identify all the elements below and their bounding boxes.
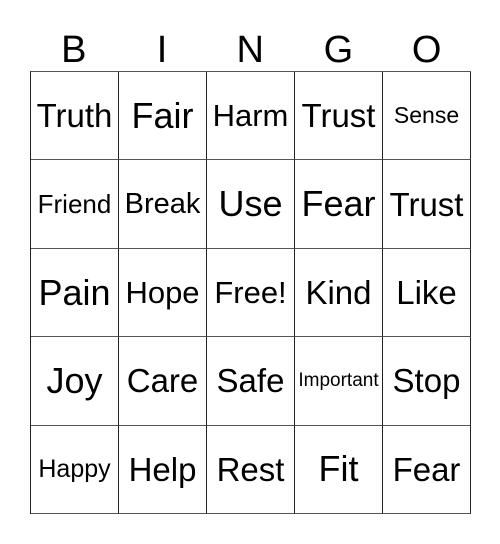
bingo-header-letter-g: G (323, 29, 354, 71)
bingo-cell[interactable]: Like (383, 248, 471, 338)
bingo-cell[interactable]: Fair (119, 72, 207, 161)
bingo-cell[interactable]: Important (295, 337, 383, 426)
bingo-cell[interactable]: Fear (383, 425, 471, 515)
bingo-cell[interactable]: Friend (31, 160, 119, 249)
bingo-cell[interactable]: Kind (295, 248, 383, 338)
bingo-cell[interactable]: Happy (31, 425, 119, 515)
bingo-row: Friend Break Use Fear Trust (31, 160, 471, 249)
bingo-cell[interactable]: Break (119, 160, 207, 249)
bingo-card: B I N G O Truth Fair Harm Trust Sense Fr… (0, 0, 500, 544)
bingo-row: Truth Fair Harm Trust Sense (31, 72, 471, 161)
bingo-cell[interactable]: Joy (31, 337, 119, 426)
bingo-grid: Truth Fair Harm Trust Sense Friend Break… (30, 71, 471, 515)
bingo-header-letter-b: B (61, 29, 88, 71)
bingo-row: Pain Hope Free! Kind Like (31, 248, 471, 338)
bingo-cell[interactable]: Safe (207, 337, 295, 426)
bingo-cell[interactable]: Care (119, 337, 207, 426)
bingo-cell[interactable]: Sense (383, 72, 471, 161)
bingo-cell[interactable]: Hope (119, 248, 207, 338)
bingo-row: Happy Help Rest Fit Fear (31, 425, 471, 515)
bingo-row: Joy Care Safe Important Stop (31, 337, 471, 426)
bingo-cell[interactable]: Rest (207, 425, 295, 515)
bingo-header-letter-i: I (156, 29, 168, 71)
bingo-cell[interactable]: Truth (31, 72, 119, 161)
bingo-header-letter-o: O (411, 29, 442, 71)
bingo-cell[interactable]: Trust (295, 72, 383, 161)
bingo-cell[interactable]: Pain (31, 248, 119, 338)
bingo-cell[interactable]: Fear (295, 160, 383, 249)
bingo-cell[interactable]: Harm (207, 72, 295, 161)
bingo-cell[interactable]: Stop (383, 337, 471, 426)
bingo-cell[interactable]: Trust (383, 160, 471, 249)
bingo-cell-free-space[interactable]: Free! (207, 248, 295, 338)
bingo-cell[interactable]: Use (207, 160, 295, 249)
bingo-header-letter-n: N (236, 29, 265, 71)
bingo-header: B I N G O (30, 22, 471, 71)
bingo-cell[interactable]: Help (119, 425, 207, 515)
bingo-cell[interactable]: Fit (295, 425, 383, 515)
